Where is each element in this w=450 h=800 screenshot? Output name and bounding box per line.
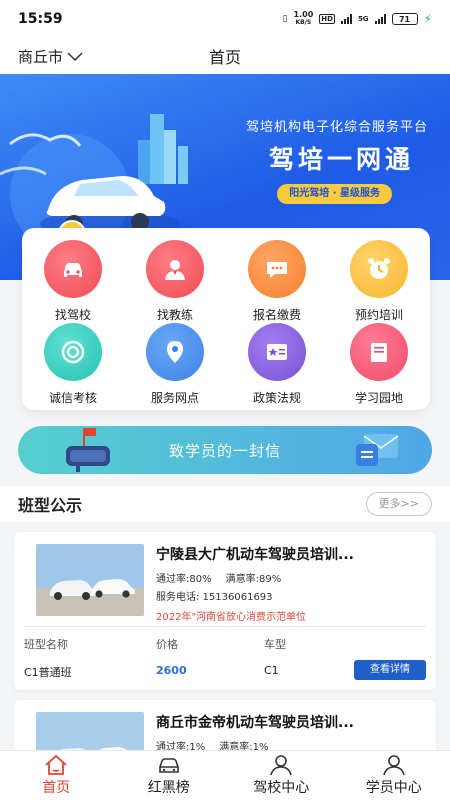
banner-title: 驾培一网通 xyxy=(268,145,414,174)
alarm-clock-icon xyxy=(350,240,408,298)
nav-ranking[interactable]: 红黑榜 xyxy=(113,751,226,800)
vehicle-value: C1 xyxy=(264,664,279,677)
class-name-value: C1普通班 xyxy=(24,666,72,679)
menu-find-school[interactable]: 找驾校 xyxy=(22,240,124,323)
column-vehicle: 车型 xyxy=(264,638,286,651)
menu-label: 找教练 xyxy=(156,308,193,322)
net-speed: 1.00 KB/S xyxy=(293,10,314,27)
school-rates: 通过率:80% 满意率:89% xyxy=(156,570,281,585)
battery-icon: 71 xyxy=(391,13,418,25)
signal-icon xyxy=(340,14,352,24)
section-header: 班型公示 更多>> xyxy=(0,486,450,522)
status-bar: 15:59 ▯ 1.00 KB/S HD 5G 71 ⚡ xyxy=(0,0,450,38)
nav-label: 首页 xyxy=(42,780,71,796)
price-value: 2600 xyxy=(156,664,187,677)
column-price: 价格 xyxy=(156,638,178,651)
school-name: 商丘市金帝机动车驾驶员培训... xyxy=(156,715,354,731)
column-class-name: 班型名称 xyxy=(24,638,68,651)
menu-credit-check[interactable]: 诚信考核 xyxy=(22,323,124,406)
menu-book-training[interactable]: 预约培训 xyxy=(328,240,430,323)
satisfaction-rate: 满意率:89% xyxy=(225,574,282,585)
location-pin-icon xyxy=(146,323,204,381)
section-title: 班型公示 xyxy=(18,496,83,515)
menu-label: 诚信考核 xyxy=(48,391,97,405)
letter-to-students-banner[interactable]: 致学员的一封信 xyxy=(18,426,432,474)
feature-menu: 找驾校 找教练 报名缴费 预约培训 诚信考核 服务网点 政策法规 学习园地 xyxy=(22,228,430,410)
chat-icon xyxy=(248,240,306,298)
nav-school-center[interactable]: 驾校中心 xyxy=(225,751,338,800)
target-icon xyxy=(44,323,102,381)
status-icons: ▯ 1.00 KB/S HD 5G 71 ⚡ xyxy=(283,11,432,27)
divider xyxy=(24,626,426,627)
title-bar: 商丘市 首页 xyxy=(0,38,450,74)
city-name: 商丘市 xyxy=(18,48,64,66)
menu-find-coach[interactable]: 找教练 xyxy=(124,240,226,323)
book-icon xyxy=(350,323,408,381)
nav-label: 驾校中心 xyxy=(253,780,310,796)
view-details-button[interactable]: 查看详情 xyxy=(354,660,426,680)
banner-subtitle: 驾培机构电子化综合服务平台 xyxy=(245,120,428,135)
newspaper-icon xyxy=(248,323,306,381)
city-selector[interactable]: 商丘市 xyxy=(18,46,83,67)
menu-label: 学习园地 xyxy=(354,391,403,405)
hd-badge: HD xyxy=(319,14,335,24)
menu-label: 找驾校 xyxy=(54,308,91,322)
menu-label: 政策法规 xyxy=(252,391,301,405)
car-front-icon xyxy=(158,758,179,773)
menu-label: 报名缴费 xyxy=(252,308,301,322)
envelope-icon xyxy=(356,434,399,466)
chevron-down-icon xyxy=(67,51,83,61)
nav-student-center[interactable]: 学员中心 xyxy=(338,751,450,800)
status-time: 15:59 xyxy=(18,11,63,27)
home-icon xyxy=(45,754,67,775)
menu-policy[interactable]: 政策法规 xyxy=(226,323,328,406)
bottom-nav: 首页 红黑榜 驾校中心 学员中心 xyxy=(0,750,450,800)
letter-banner-text: 致学员的一封信 xyxy=(168,441,281,460)
school-phone: 服务电话: 15136061693 xyxy=(156,592,273,603)
coach-icon xyxy=(146,240,204,298)
pass-rate: 通过率:80% xyxy=(156,574,212,585)
nav-home[interactable]: 首页 xyxy=(0,751,113,800)
banner-tagline: 阳光驾培 · 星级服务 xyxy=(277,184,392,204)
charging-icon: ⚡ xyxy=(423,12,432,26)
net-type: 5G xyxy=(357,15,369,23)
menu-service-points[interactable]: 服务网点 xyxy=(124,323,226,406)
school-honor: 2022年"河南省放心消费示范单位 xyxy=(156,612,307,623)
user-icon xyxy=(270,755,293,776)
menu-label: 服务网点 xyxy=(150,391,199,405)
school-name: 宁陵县大广机动车驾驶员培训... xyxy=(156,547,354,563)
car-icon xyxy=(44,240,102,298)
school-card[interactable]: 宁陵县大广机动车驾驶员培训... 通过率:80% 满意率:89% 服务电话: 1… xyxy=(14,532,436,690)
school-photo xyxy=(36,544,144,616)
menu-study[interactable]: 学习园地 xyxy=(328,323,430,406)
menu-register-pay[interactable]: 报名缴费 xyxy=(226,240,328,323)
more-button[interactable]: 更多>> xyxy=(365,492,432,516)
menu-label: 预约培训 xyxy=(354,308,403,322)
nav-label: 学员中心 xyxy=(365,780,422,796)
mailbox-icon xyxy=(66,428,110,472)
signal-icon-2 xyxy=(374,14,386,24)
user-icon xyxy=(382,755,405,776)
vibrate-icon: ▯ xyxy=(282,14,288,24)
nav-label: 红黑榜 xyxy=(147,780,190,796)
